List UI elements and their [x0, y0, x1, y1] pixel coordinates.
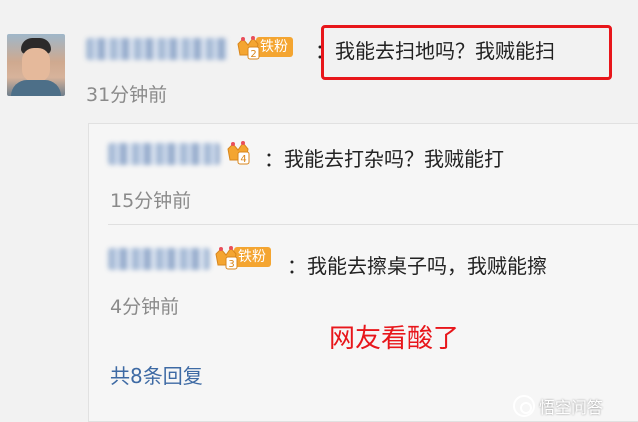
reply-username-blurred[interactable]: [108, 248, 210, 270]
wukong-logo-icon: [513, 395, 535, 417]
reply-badge: 4: [226, 141, 250, 165]
crown-icon: 3: [214, 246, 238, 270]
watermark: 悟空问答: [513, 394, 603, 418]
comment-time: 31分钟前: [86, 84, 168, 106]
watermark-text: 悟空问答: [539, 398, 604, 417]
reply-text: ：我能去擦桌子吗，我贼能擦: [287, 254, 547, 278]
reply-divider: [108, 224, 638, 225]
reply-time: 15分钟前: [110, 190, 192, 212]
svg-text:2: 2: [250, 49, 256, 60]
reply-badge: 3 铁粉: [214, 246, 271, 270]
more-replies-link[interactable]: 共8条回复: [110, 360, 203, 389]
svg-text:3: 3: [228, 259, 234, 270]
crown-icon: 2: [236, 36, 260, 60]
reply-text: ：我能去打杂吗？我贼能打: [264, 147, 504, 171]
svg-text:4: 4: [240, 154, 246, 165]
username-blurred[interactable]: [86, 38, 228, 60]
annotation-text: 网友看酸了: [329, 324, 460, 354]
crown-icon: 4: [226, 141, 250, 165]
highlight-box: [321, 25, 612, 80]
avatar[interactable]: [7, 34, 65, 96]
reply-time: 4分钟前: [110, 296, 180, 318]
fan-badge: 2 铁粉: [236, 36, 293, 60]
reply-username-blurred[interactable]: [108, 143, 220, 165]
